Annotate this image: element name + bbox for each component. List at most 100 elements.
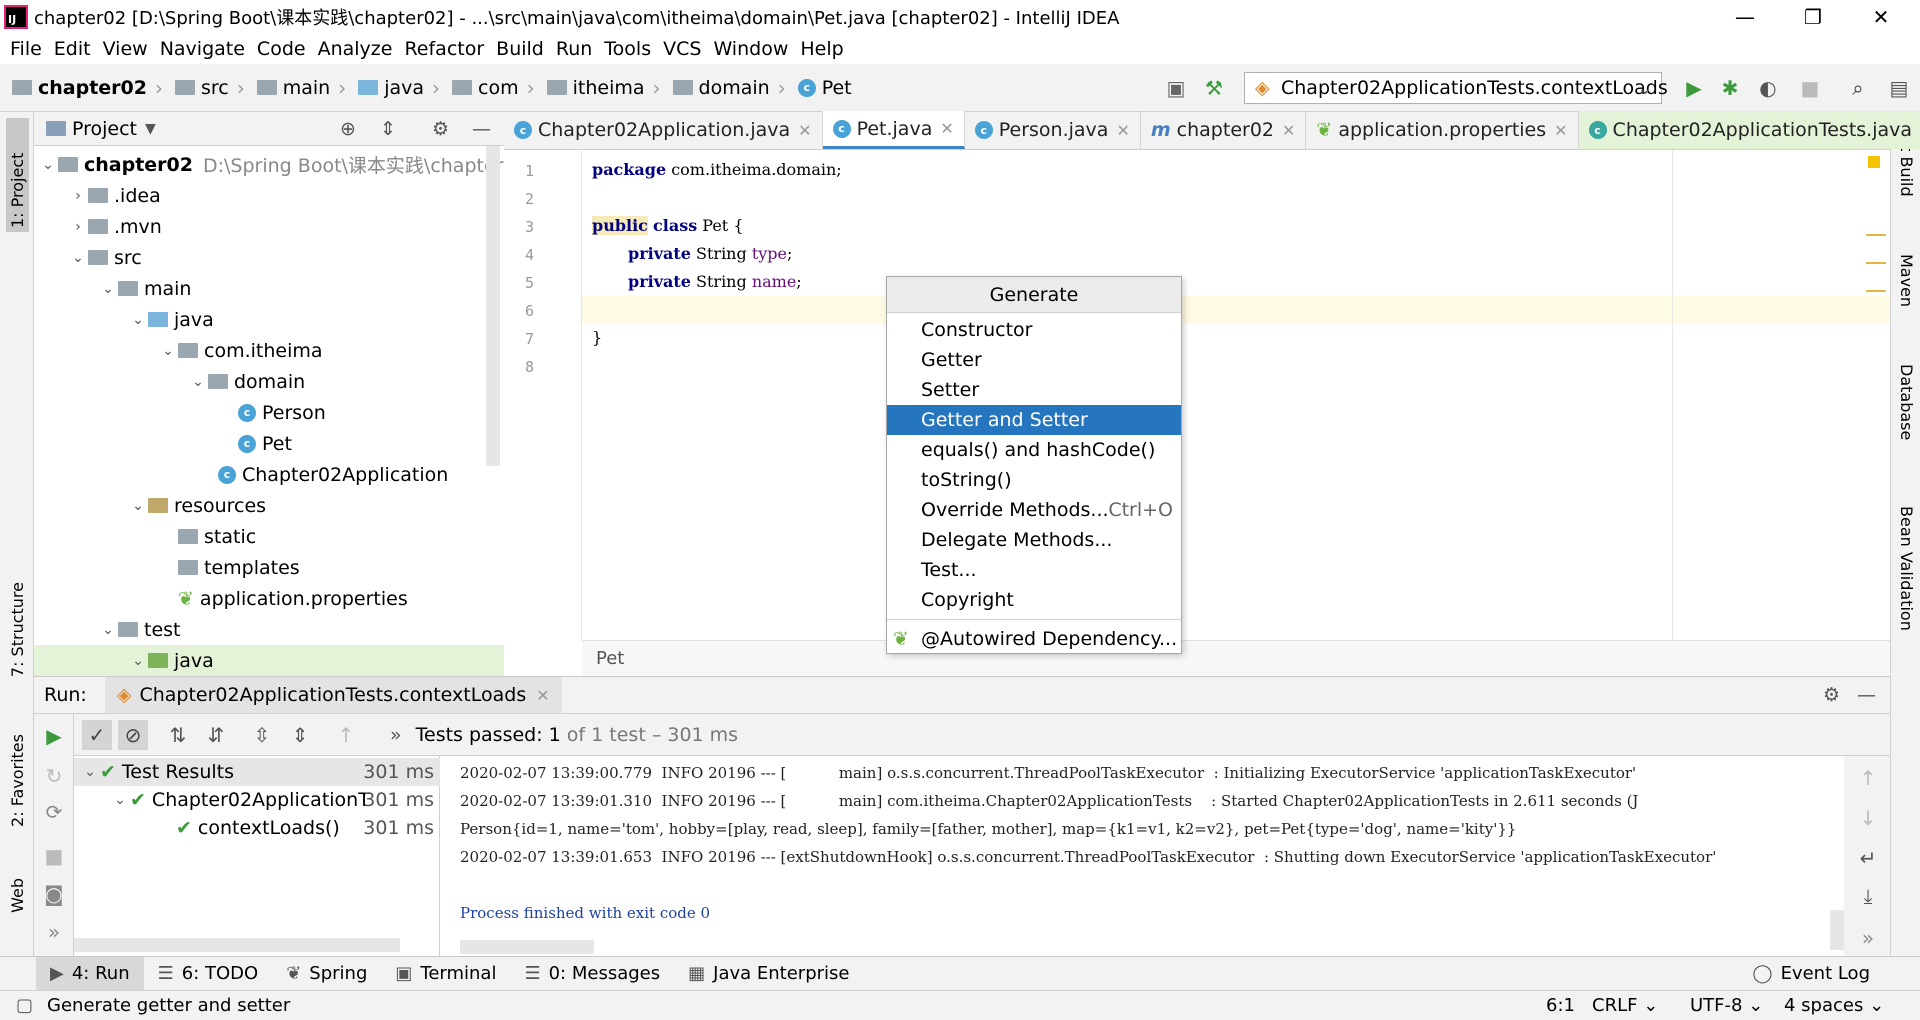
stop-icon[interactable]: ■ bbox=[1798, 76, 1822, 100]
generate-override-methods[interactable]: Override Methods... Ctrl+O bbox=[887, 495, 1181, 525]
tree-node-test-java[interactable]: ⌄ java bbox=[34, 645, 504, 676]
scroll-to-end-icon[interactable]: ⤓ bbox=[1856, 884, 1880, 908]
menu-refactor[interactable]: Refactor bbox=[398, 38, 490, 60]
hide-icon[interactable]: — bbox=[472, 118, 491, 140]
breadcrumb-chapter02[interactable]: chapter02 › bbox=[12, 76, 171, 100]
generate-constructor[interactable]: Constructor bbox=[887, 315, 1181, 345]
database-tool-button[interactable]: Database bbox=[1897, 364, 1916, 440]
structure-tool-button[interactable]: 7: Structure bbox=[8, 582, 27, 677]
arrow-down-icon[interactable]: ↓ bbox=[1856, 806, 1880, 830]
menu-window[interactable]: Window bbox=[707, 38, 794, 60]
status-line-separator[interactable]: CRLF ⌄ bbox=[1592, 995, 1658, 1016]
rerun-failed-icon[interactable]: ↻ bbox=[42, 764, 66, 788]
breadcrumb-pet[interactable]: c Pet bbox=[797, 77, 852, 99]
show-ignored-icon[interactable]: ⊘ bbox=[118, 719, 148, 750]
menu-help[interactable]: Help bbox=[794, 38, 849, 60]
console-output[interactable]: 2020-02-07 13:39:00.779 INFO 20196 --- [… bbox=[440, 756, 1844, 956]
breadcrumb-main[interactable]: main › bbox=[256, 76, 354, 100]
breadcrumb-com[interactable]: com › bbox=[452, 76, 543, 100]
close-icon[interactable]: ✕ bbox=[1116, 121, 1129, 140]
soft-wrap-icon[interactable]: ↵ bbox=[1856, 846, 1880, 870]
rerun-icon[interactable]: ▶ bbox=[42, 724, 66, 748]
breadcrumb-itheima[interactable]: itheima › bbox=[546, 76, 669, 100]
build-hammer-icon[interactable]: ⚒ bbox=[1202, 76, 1226, 100]
generate-copyright[interactable]: Copyright bbox=[887, 585, 1181, 615]
generate-getter[interactable]: Getter bbox=[887, 345, 1181, 375]
close-icon[interactable]: ✕ bbox=[536, 686, 549, 705]
more-icon[interactable]: » bbox=[42, 920, 66, 944]
tree-node-static[interactable]: static bbox=[178, 521, 256, 552]
arrow-up-icon[interactable]: ↑ bbox=[1856, 766, 1880, 790]
maven-tool-button[interactable]: Maven bbox=[1897, 254, 1916, 307]
close-icon[interactable]: ✕ bbox=[940, 119, 953, 138]
tool-tab-todo[interactable]: ☰ 6: TODO bbox=[144, 957, 273, 991]
generate-autowired-dependency[interactable]: ❦ @Autowired Dependency... bbox=[887, 624, 1181, 654]
tree-node-src[interactable]: ⌄ src bbox=[68, 242, 142, 273]
menu-build[interactable]: Build bbox=[490, 38, 550, 60]
tab-chapter02application[interactable]: c Chapter02Application.java ✕ bbox=[504, 111, 823, 149]
tool-tab-messages[interactable]: ☰ 0: Messages bbox=[510, 957, 674, 991]
show-passed-icon[interactable]: ✓ bbox=[82, 719, 112, 750]
tab-pet[interactable]: c Pet.java ✕ bbox=[822, 111, 965, 149]
tree-node-java[interactable]: ⌄ java bbox=[128, 304, 214, 335]
locate-icon[interactable]: ⊕ bbox=[340, 118, 356, 140]
generate-tostring[interactable]: toString() bbox=[887, 465, 1181, 495]
toggle-auto-test-icon[interactable]: ⟳ bbox=[42, 800, 66, 824]
tool-tab-java-enterprise[interactable]: ▦ Java Enterprise bbox=[674, 957, 863, 991]
search-icon[interactable]: ⌕ bbox=[1846, 76, 1870, 100]
favorites-tool-button[interactable]: 2: Favorites bbox=[8, 734, 27, 827]
error-stripe-mark[interactable] bbox=[1866, 262, 1886, 264]
error-stripe-mark[interactable] bbox=[1866, 290, 1886, 292]
tab-person[interactable]: c Person.java ✕ bbox=[965, 111, 1141, 149]
status-encoding[interactable]: UTF-8 ⌄ bbox=[1690, 995, 1763, 1016]
chevron-down-icon[interactable]: ▼ bbox=[145, 121, 156, 137]
generate-setter[interactable]: Setter bbox=[887, 375, 1181, 405]
menu-code[interactable]: Code bbox=[251, 38, 312, 60]
console-h-scrollbar[interactable] bbox=[460, 940, 594, 954]
menu-analyze[interactable]: Analyze bbox=[312, 38, 399, 60]
project-panel-title[interactable]: Project bbox=[72, 118, 137, 140]
breadcrumb-src[interactable]: src › bbox=[175, 76, 253, 100]
tab-application-properties[interactable]: ❦ application.properties ✕ bbox=[1306, 111, 1579, 149]
collapse-all-icon[interactable]: ⇕ bbox=[380, 118, 396, 140]
expand-all-icon[interactable]: ⇳ bbox=[250, 723, 274, 747]
restore-button[interactable]: ❐ bbox=[1784, 0, 1842, 34]
terminal-icon[interactable]: ▣ bbox=[1164, 76, 1188, 100]
collapse-all-icon[interactable]: ⇕ bbox=[288, 723, 312, 747]
editor-breadcrumb-item[interactable]: Pet bbox=[596, 648, 624, 669]
gear-icon[interactable]: ⚙ bbox=[432, 118, 449, 140]
run-tab[interactable]: ◈ Chapter02ApplicationTests.contextLoads… bbox=[104, 677, 562, 713]
generate-getter-and-setter[interactable]: Getter and Setter bbox=[887, 405, 1181, 435]
tree-node-templates[interactable]: templates bbox=[178, 552, 300, 583]
menu-navigate[interactable]: Navigate bbox=[154, 38, 251, 60]
previous-failed-icon[interactable]: ↑ bbox=[334, 723, 358, 747]
tab-chapter02applicationtests[interactable]: cChapter02ApplicationTests.java✕ bbox=[1578, 111, 1920, 149]
generate-test[interactable]: Test... bbox=[887, 555, 1181, 585]
console-v-scrollbar[interactable] bbox=[1830, 910, 1844, 950]
close-icon[interactable]: ✕ bbox=[1282, 121, 1295, 140]
menu-run[interactable]: Run bbox=[550, 38, 598, 60]
tree-scrollbar[interactable] bbox=[486, 146, 500, 466]
tree-node-application-properties[interactable]: ❦ application.properties bbox=[178, 583, 408, 614]
generate-delegate-methods[interactable]: Delegate Methods... bbox=[887, 525, 1181, 555]
test-node-contextloads[interactable]: ✔ contextLoads() 301 ms bbox=[74, 814, 440, 842]
code-editor[interactable]: package com.itheima.domain; public class… bbox=[582, 150, 1890, 640]
debug-icon[interactable]: ✱ bbox=[1718, 76, 1742, 100]
project-tool-button[interactable]: 1: Project bbox=[6, 118, 29, 232]
test-tree-scrollbar[interactable] bbox=[74, 938, 400, 952]
generate-equals-hashcode[interactable]: equals() and hashCode() bbox=[887, 435, 1181, 465]
status-indent[interactable]: 4 spaces ⌄ bbox=[1784, 995, 1884, 1016]
sort-duration-icon[interactable]: ⇵ bbox=[204, 723, 228, 747]
menu-view[interactable]: View bbox=[97, 38, 154, 60]
status-caret-position[interactable]: 6:1 bbox=[1546, 995, 1575, 1016]
tree-node-test[interactable]: ⌄ test bbox=[98, 614, 180, 645]
more-icon[interactable]: » bbox=[390, 724, 402, 746]
tree-node-pet[interactable]: c Pet bbox=[238, 428, 292, 459]
error-stripe-mark[interactable] bbox=[1866, 234, 1886, 236]
gear-icon[interactable]: ⚙ bbox=[1823, 684, 1840, 706]
more-icon[interactable]: » bbox=[1856, 926, 1880, 950]
close-window-button[interactable]: ✕ bbox=[1852, 0, 1910, 34]
test-node-results[interactable]: ⌄ ✔ Test Results 301 ms bbox=[74, 758, 440, 786]
web-tool-button[interactable]: Web bbox=[8, 878, 27, 913]
close-icon[interactable]: ✕ bbox=[1554, 121, 1567, 140]
